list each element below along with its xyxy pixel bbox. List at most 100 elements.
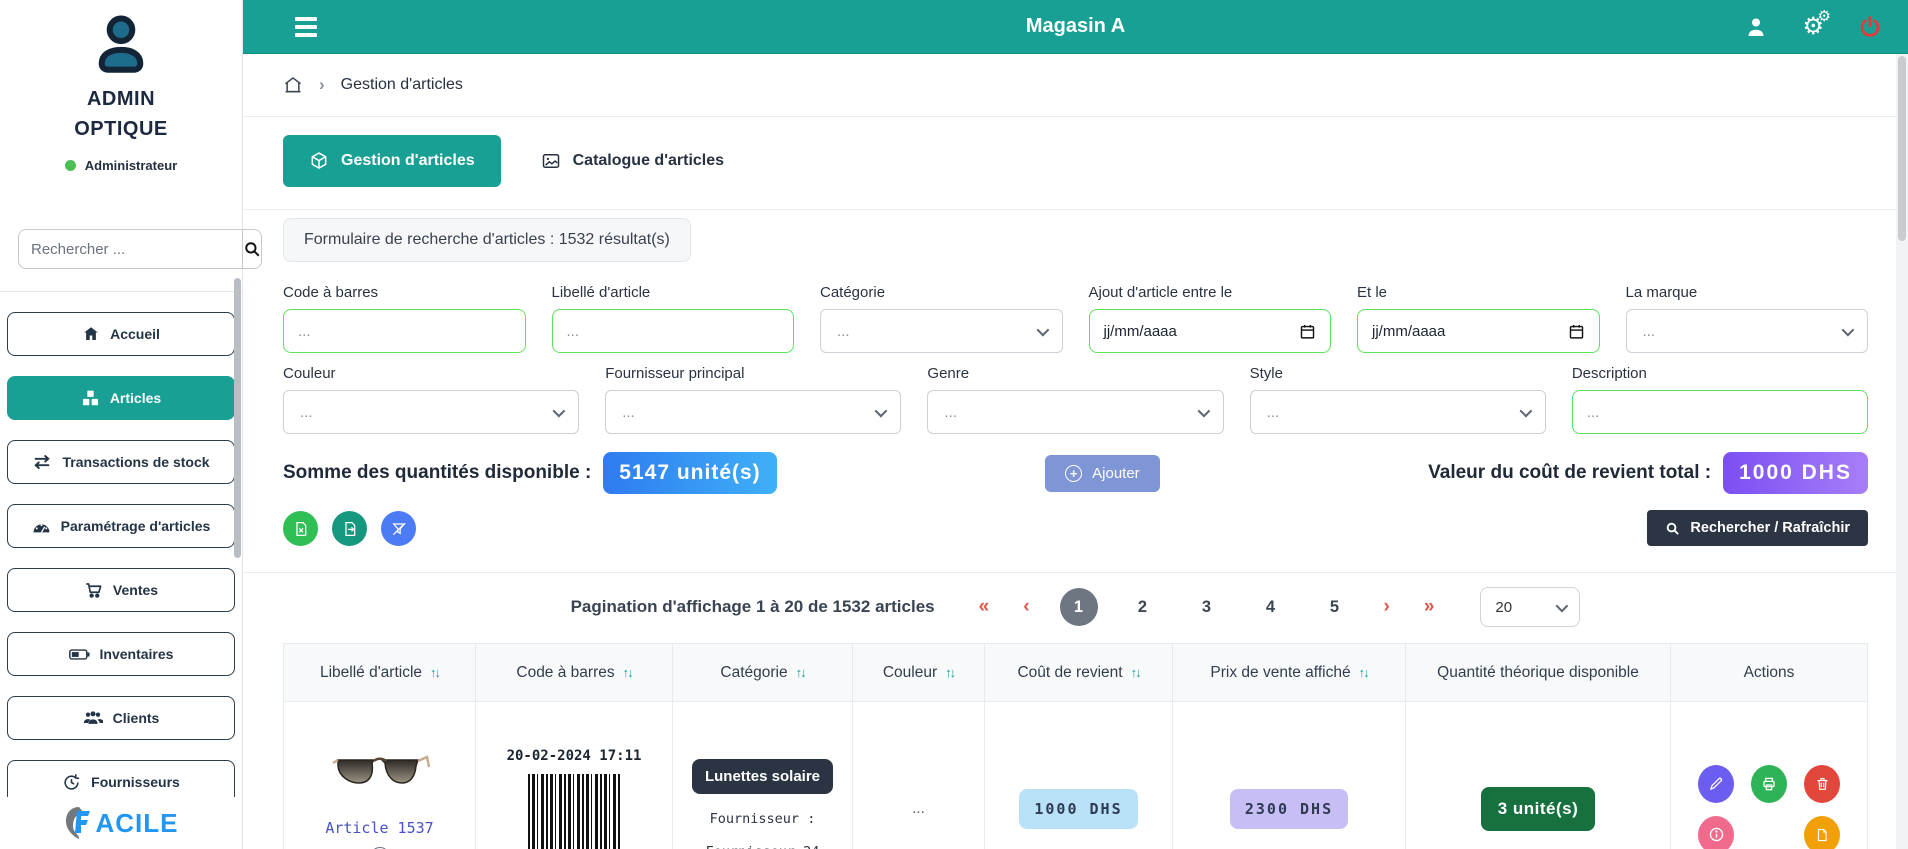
col-label: Quantité théorique disponible [1437,664,1639,682]
sidebar-divider [0,291,242,292]
date-fin-input[interactable]: jj/mm/aaaa [1357,309,1600,353]
chevron-down-icon [1842,323,1855,336]
tab-gestion-articles[interactable]: Gestion d'articles [283,135,501,187]
pagination-next-button[interactable]: › [1380,596,1394,618]
sort-icon[interactable]: ↑↓ [1131,665,1140,680]
quantity-value-badge: 3 unité(s) [1481,787,1596,831]
field-code-barres: Code à barres [283,284,526,353]
pagination-info: Pagination d'affichage 1 à 20 de 1532 ar… [571,597,935,617]
sidebar-scrollbar[interactable] [234,278,241,558]
export-file-button[interactable] [332,511,367,546]
pagination-page-4[interactable]: 4 [1252,588,1290,626]
col-cout: Coût de revient↑↓ [985,644,1173,702]
breadcrumb-current: Gestion d'articles [341,76,463,94]
calendar-icon[interactable] [1568,323,1585,340]
print-button[interactable] [1751,765,1787,803]
user-icon [1744,15,1768,39]
supplier-label: Fournisseur : [673,811,852,827]
summary-row: Somme des quantités disponible : 5147 un… [243,452,1908,494]
style-select[interactable]: ... [1250,390,1546,434]
pagination-prev-button[interactable]: ‹ [1019,596,1033,618]
actions-spacer [1751,816,1787,849]
article-link[interactable]: Article 1537 [284,819,475,837]
sidebar-item-parametrage[interactable]: Paramétrage d'articles [7,504,235,548]
settings-button[interactable]: ⚙⚙ [1802,15,1824,39]
libelle-input[interactable] [552,309,795,353]
sidebar-item-accueil[interactable]: Accueil [7,312,235,356]
genre-select[interactable]: ... [927,390,1223,434]
edit-button[interactable] [1698,765,1734,803]
sidebar-item-transactions[interactable]: Transactions de stock [7,440,235,484]
pagination-last-button[interactable]: » [1420,596,1439,618]
page-size-select[interactable]: 20 [1480,587,1580,627]
sidebar-search-input[interactable] [18,229,242,269]
sort-icon[interactable]: ↑↓ [623,665,632,680]
role-row: Administrateur [0,158,242,173]
sort-icon[interactable]: ↑↓ [945,665,954,680]
menu-hamburger-icon[interactable] [295,17,317,37]
user-avatar-icon [88,10,154,76]
logout-button[interactable] [1858,15,1882,39]
sort-icon[interactable]: ↑↓ [430,665,439,680]
sidebar-search-button[interactable] [242,229,262,269]
field-label: Libellé d'article [552,284,795,301]
field-marque: La marque ... [1626,284,1869,353]
marque-select[interactable]: ... [1626,309,1869,353]
col-label: Libellé d'article [320,664,422,682]
code-barres-input[interactable] [283,309,526,353]
add-article-button[interactable]: + Ajouter [1045,455,1160,492]
cell-prix: 2300 DHS [1173,702,1406,849]
pagination-page-2[interactable]: 2 [1124,588,1162,626]
row-actions [1671,765,1867,849]
role-label: Administrateur [85,158,177,173]
article-date: 20-02-2024 17:11 [476,748,672,764]
pagination-page-3[interactable]: 3 [1188,588,1226,626]
sidebar-item-inventaires[interactable]: Inventaires [7,632,235,676]
supplier-value: Fournisseur 24 [673,844,852,849]
pagination-page-5[interactable]: 5 [1316,588,1354,626]
date-debut-input[interactable]: jj/mm/aaaa [1089,309,1332,353]
tabs-row: Gestion d'articles Catalogue d'articles [243,117,1908,210]
page-scrollbar-thumb[interactable] [1898,56,1906,241]
sidebar-item-clients[interactable]: Clients [7,696,235,740]
sidebar-item-articles[interactable]: Articles [7,376,235,420]
field-genre: Genre ... [927,365,1223,434]
document-button[interactable] [1804,816,1840,849]
categorie-select[interactable]: ... [820,309,1063,353]
couleur-select[interactable]: ... [283,390,579,434]
user-profile-button[interactable] [1744,15,1768,39]
sort-icon[interactable]: ↑↓ [796,665,805,680]
field-style: Style ... [1250,365,1546,434]
info-button[interactable] [1698,816,1734,849]
col-label: Couleur [883,664,937,682]
tab-catalogue-articles[interactable]: Catalogue d'articles [515,135,750,187]
sidebar-item-label: Articles [110,390,161,406]
delete-button[interactable] [1804,765,1840,803]
sidebar-item-label: Paramétrage d'articles [61,518,211,534]
fournisseur-select[interactable]: ... [605,390,901,434]
quantity-summary: Somme des quantités disponible : 5147 un… [283,452,777,494]
pagination-page-1[interactable]: 1 [1060,588,1098,626]
avatar [0,0,242,76]
file-export-icon [342,521,358,537]
export-excel-button[interactable] [283,511,318,546]
field-label: Code à barres [283,284,526,301]
description-input[interactable] [1572,390,1868,434]
search-refresh-button[interactable]: Rechercher / Rafraîchir [1647,510,1868,546]
gauge-icon [32,519,51,533]
search-form-panel: Formulaire de recherche d'articles : 153… [243,210,1908,558]
cost-badge: 1000 DHS [1723,452,1868,494]
field-label: Genre [927,365,1223,382]
pagination-first-button[interactable]: « [975,596,994,618]
calendar-icon[interactable] [1299,323,1316,340]
breadcrumb-home-icon[interactable] [283,75,303,95]
tab-label: Gestion d'articles [341,152,475,170]
sidebar-item-ventes[interactable]: Ventes [7,568,235,612]
filter-reset-button[interactable] [381,511,416,546]
col-code-barres: Code à barres↑↓ [476,644,673,702]
page-scrollbar[interactable] [1896,54,1908,849]
sidebar-item-label: Ventes [113,582,158,598]
gears-icon: ⚙⚙ [1802,15,1824,39]
sort-icon[interactable]: ↑↓ [1359,665,1368,680]
topbar-icons: ⚙⚙ [1744,15,1908,39]
